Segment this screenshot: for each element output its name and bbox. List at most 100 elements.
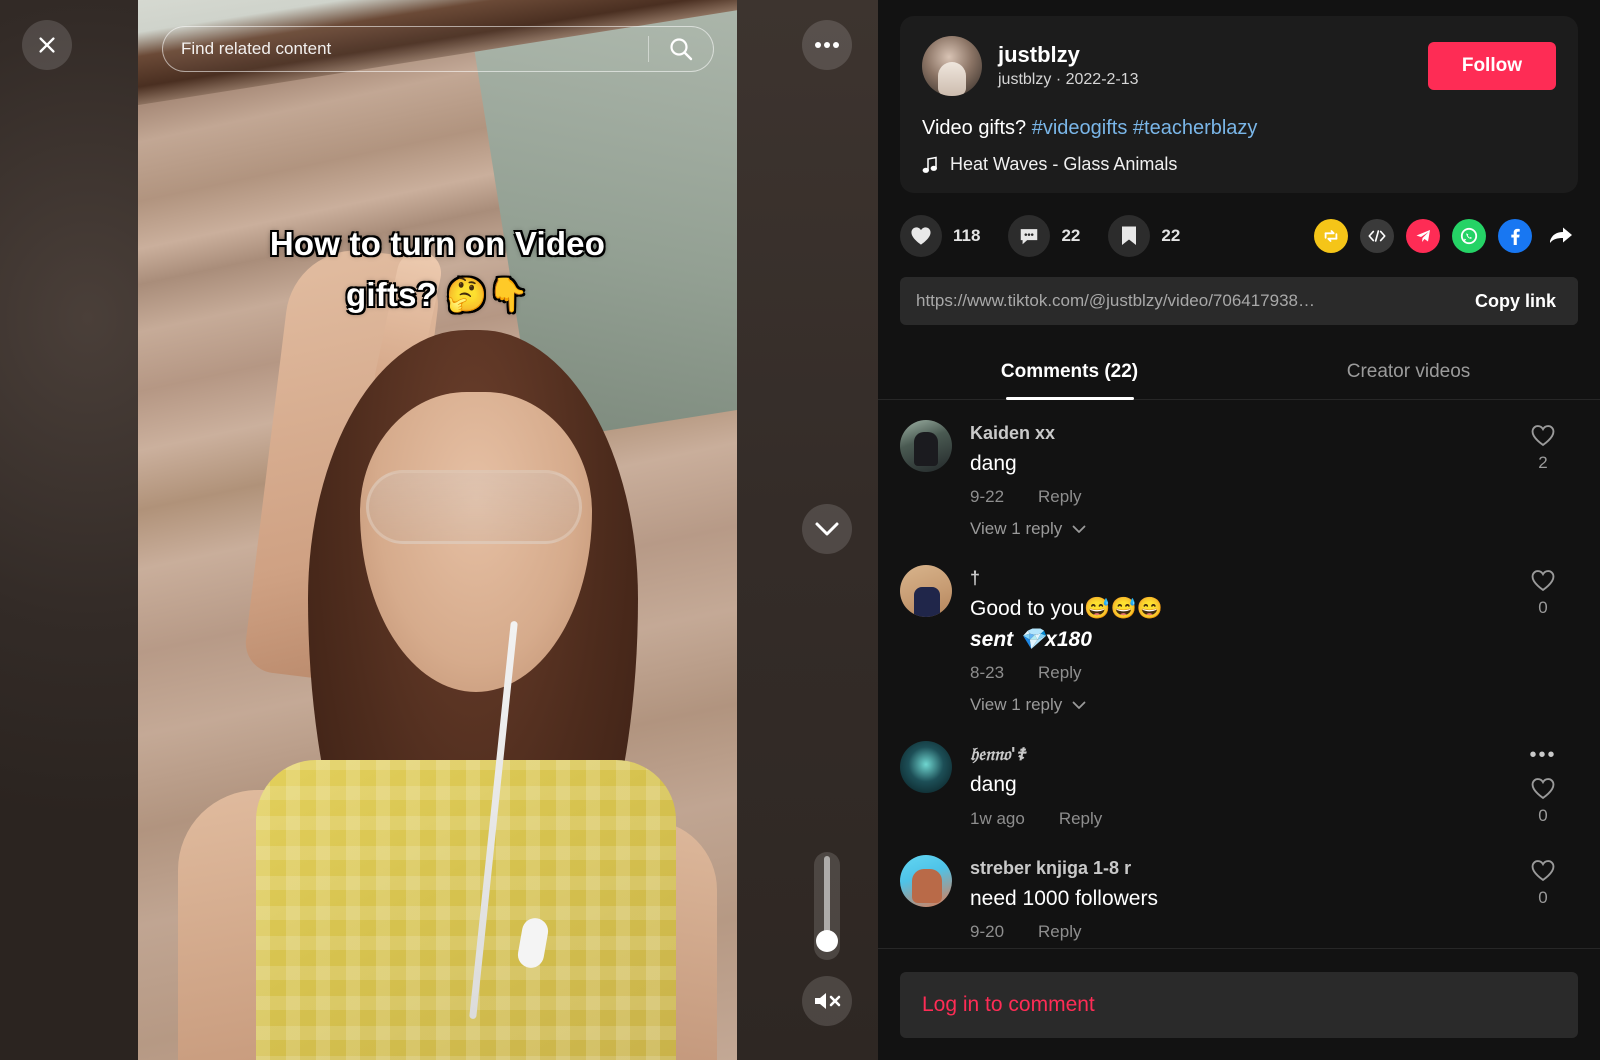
like-count: 118 [953, 226, 981, 245]
view-replies-button[interactable]: View 1 reply [970, 519, 1490, 539]
author-name-block: justblzy justblzy · 2022-2-13 [998, 41, 1412, 91]
commenter-name[interactable]: Kaiden xx [970, 420, 1490, 447]
hashtag-videogifts[interactable]: #videogifts [1032, 117, 1128, 139]
caption-line-2: gifts? 🤔👇 [346, 276, 529, 314]
repost-glyph [1324, 230, 1338, 242]
comment-text: Good to you😅😅😄 [970, 597, 1163, 621]
comment-item: Kaiden xx dang 9-22 Reply View 1 reply 2 [900, 420, 1578, 539]
engagement-actions: 118 22 22 [900, 215, 1578, 257]
more-options-button[interactable] [802, 20, 852, 70]
author-display-name[interactable]: justblzy [998, 41, 1412, 69]
comment-date: 9-20 [970, 922, 1005, 942]
share-targets [1314, 219, 1578, 253]
whatsapp-glyph [1460, 227, 1478, 245]
heart-icon[interactable] [1530, 859, 1556, 882]
search-button[interactable] [649, 27, 713, 71]
mute-button[interactable] [802, 976, 852, 1026]
comment-like-count: 2 [1538, 453, 1548, 472]
view-replies-label: View 1 reply [970, 519, 1063, 539]
save-action[interactable]: 22 [1108, 215, 1180, 257]
next-video-button[interactable] [802, 504, 852, 554]
like-button[interactable] [900, 215, 942, 257]
comment-count: 22 [1061, 226, 1081, 245]
comment-text: dang [970, 452, 1017, 475]
share-arrow-glyph [1550, 227, 1572, 243]
close-button[interactable] [22, 20, 72, 70]
comment-text: dang [970, 773, 1017, 797]
author-handle: justblzy [998, 70, 1052, 88]
video-player[interactable]: How to turn on Video gifts? 🤔👇 [138, 0, 737, 1060]
whatsapp-icon[interactable] [1452, 219, 1486, 253]
save-button[interactable] [1108, 215, 1151, 257]
embed-code-icon[interactable] [1360, 219, 1394, 253]
chevron-down-icon [815, 522, 839, 536]
comment-meta: 9-20 Reply [970, 922, 1490, 942]
facebook-icon[interactable] [1498, 219, 1532, 253]
commenter-name[interactable]: 𝔥𝔢𝔫𝔫𝔬'☦ [970, 741, 1490, 768]
comment-item: † Good to you😅😅😄 sent 💎x180 8-23 Reply V… [900, 565, 1578, 715]
follow-button[interactable]: Follow [1427, 42, 1556, 90]
comment-like-column: 0 [1508, 565, 1578, 715]
tab-comments[interactable]: Comments (22) [900, 347, 1239, 399]
repost-icon[interactable] [1314, 219, 1348, 253]
heart-icon[interactable] [1530, 569, 1556, 592]
search-icon [670, 38, 693, 61]
copy-link-button[interactable]: Copy link [1452, 277, 1578, 325]
hashtag-teacherblazy[interactable]: #teacherblazy [1133, 117, 1258, 139]
author-avatar[interactable] [922, 36, 982, 96]
video-subject-shirt [256, 760, 676, 1060]
reply-button[interactable]: Reply [1038, 663, 1081, 683]
comment-bubble-icon [1021, 229, 1038, 245]
description-text: Video gifts? [922, 117, 1032, 139]
comment-like-count: 0 [1538, 598, 1548, 618]
login-to-comment-button[interactable]: Log in to comment [900, 971, 1578, 1038]
comment-item: 𝔥𝔢𝔫𝔫𝔬'☦ dang 1w ago Reply ••• 0 [900, 741, 1578, 828]
embed-code-glyph [1368, 230, 1386, 242]
volume-knob[interactable] [816, 930, 838, 952]
share-link-row: https://www.tiktok.com/@justblzy/video/7… [900, 277, 1578, 325]
comment-options-icon[interactable]: ••• [1529, 745, 1556, 765]
reply-button[interactable]: Reply [1038, 922, 1081, 942]
heart-icon[interactable] [1530, 777, 1556, 800]
video-subject-glasses [366, 470, 582, 544]
comment-meta: 1w ago Reply [970, 809, 1490, 829]
login-bar: Log in to comment [878, 948, 1600, 1060]
author-meta: justblzy · 2022-2-13 [998, 69, 1412, 91]
like-action[interactable]: 118 [900, 215, 980, 257]
comment-date: 1w ago [970, 808, 1025, 828]
commenter-name[interactable]: † [970, 565, 1490, 592]
comment-action[interactable]: 22 [1008, 215, 1080, 257]
related-content-search[interactable]: Find related content [162, 26, 714, 72]
reply-button[interactable]: Reply [1059, 809, 1102, 829]
chevron-down-icon [1072, 701, 1086, 709]
video-url-field[interactable]: https://www.tiktok.com/@justblzy/video/7… [900, 277, 1453, 325]
commenter-avatar[interactable] [900, 565, 952, 618]
telegram-icon[interactable] [1406, 219, 1440, 253]
author-row: justblzy justblzy · 2022-2-13 Follow [922, 36, 1556, 96]
reply-button[interactable]: Reply [1038, 487, 1081, 507]
comment-gift-line: sent 💎x180 [970, 627, 1092, 651]
view-replies-button[interactable]: View 1 reply [970, 695, 1490, 715]
comment-like-column: 0 [1508, 855, 1578, 942]
comment-like-column: 2 [1508, 420, 1578, 539]
tab-creator-videos[interactable]: Creator videos [1239, 347, 1578, 399]
bookmark-icon [1122, 226, 1137, 245]
music-row[interactable]: Heat Waves - Glass Animals [922, 154, 1556, 175]
commenter-avatar[interactable] [900, 854, 952, 907]
heart-icon[interactable] [1530, 424, 1556, 447]
search-input-placeholder[interactable]: Find related content [163, 39, 648, 59]
comment-like-count: 0 [1538, 806, 1548, 826]
post-description: Video gifts? #videogifts #teacherblazy [922, 114, 1556, 142]
panel-tabs: Comments (22) Creator videos [878, 347, 1600, 400]
share-arrow-icon[interactable] [1544, 219, 1578, 253]
commenter-avatar[interactable] [900, 420, 952, 472]
chevron-down-icon [1072, 525, 1086, 533]
comment-date: 8-23 [970, 663, 1005, 683]
post-info-card: justblzy justblzy · 2022-2-13 Follow Vid… [900, 16, 1578, 193]
comment-button[interactable] [1008, 215, 1051, 257]
facebook-glyph [1511, 228, 1520, 245]
comment-item: streber knjiga 1-8 r need 1000 followers… [900, 854, 1578, 942]
commenter-avatar[interactable] [900, 741, 952, 794]
commenter-name[interactable]: streber knjiga 1-8 r [970, 855, 1490, 882]
volume-slider[interactable] [814, 852, 840, 960]
